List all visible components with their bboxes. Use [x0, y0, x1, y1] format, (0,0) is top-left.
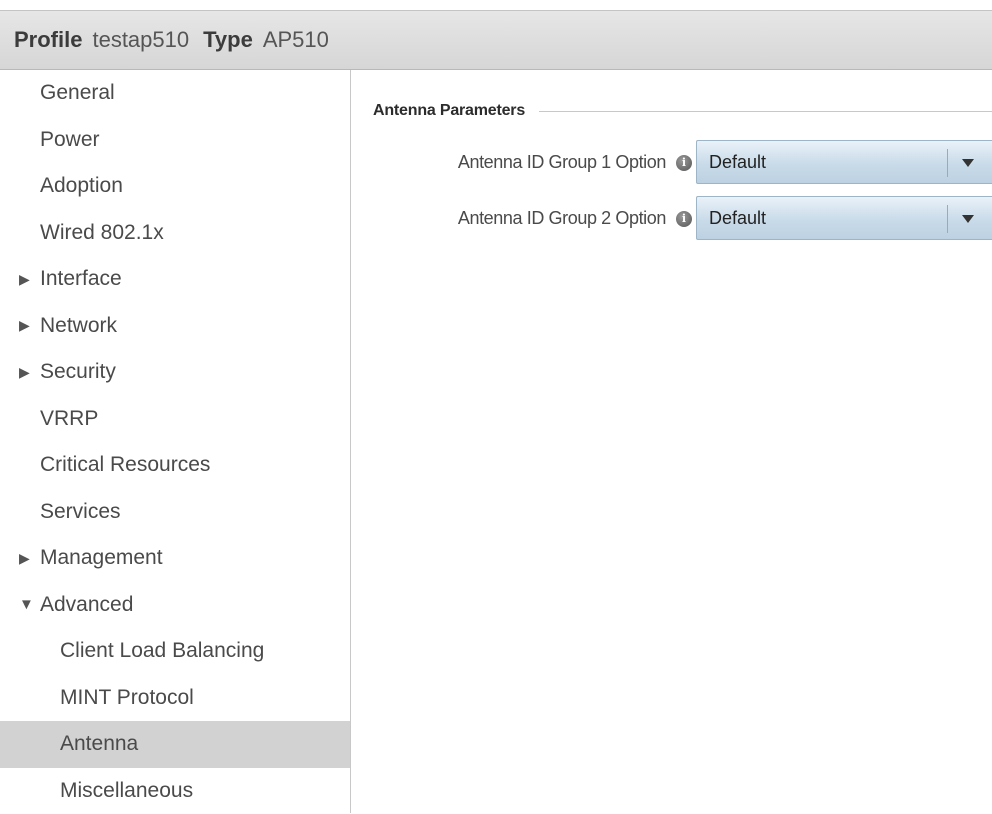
- sidebar-item-adoption[interactable]: Adoption: [0, 163, 350, 210]
- select-separator: [947, 149, 948, 177]
- profile-key: Profile: [14, 27, 82, 53]
- sidebar-item-vrrp[interactable]: VRRP: [0, 396, 350, 443]
- sidebar-item-advanced[interactable]: ▼ Advanced: [0, 582, 350, 629]
- sidebar-item-label: Power: [40, 128, 100, 152]
- info-icon[interactable]: i: [676, 211, 692, 227]
- section-header: Antenna Parameters: [373, 102, 992, 120]
- sidebar-item-critical-resources[interactable]: Critical Resources: [0, 442, 350, 489]
- sidebar-item-services[interactable]: Services: [0, 489, 350, 536]
- triangle-down-icon[interactable]: ▼: [19, 596, 40, 613]
- sidebar-item-network[interactable]: ▶ Network: [0, 303, 350, 350]
- sidebar-item-client-load-balancing[interactable]: Client Load Balancing: [0, 628, 350, 675]
- sidebar-item-interface[interactable]: ▶ Interface: [0, 256, 350, 303]
- info-icon[interactable]: i: [676, 155, 692, 171]
- sidebar-item-label: Security: [40, 360, 116, 384]
- antenna-group-2-label: Antenna ID Group 2 Option: [458, 208, 666, 229]
- sidebar-item-antenna[interactable]: Antenna: [0, 721, 350, 768]
- triangle-right-icon[interactable]: ▶: [19, 364, 40, 381]
- sidebar-item-label: Wired 802.1x: [40, 221, 164, 245]
- sidebar-item-label: Client Load Balancing: [60, 639, 264, 663]
- sidebar-item-label: Critical Resources: [40, 453, 210, 477]
- sidebar-item-label: Adoption: [40, 174, 123, 198]
- antenna-settings-panel: Antenna Parameters Antenna ID Group 1 Op…: [351, 70, 992, 813]
- sidebar-item-label: Network: [40, 314, 117, 338]
- antenna-group-2-value: Default: [709, 208, 766, 229]
- sidebar-nav: General Power Adoption Wired 802.1x ▶ In…: [0, 70, 351, 813]
- sidebar-item-general[interactable]: General: [0, 70, 350, 117]
- sidebar-item-label: Miscellaneous: [60, 779, 193, 803]
- sidebar-item-label: General: [40, 81, 115, 105]
- antenna-group-1-value: Default: [709, 152, 766, 173]
- triangle-right-icon[interactable]: ▶: [19, 550, 40, 567]
- triangle-right-icon[interactable]: ▶: [19, 317, 40, 334]
- antenna-group-1-row: Antenna ID Group 1 Option i Default: [351, 140, 992, 184]
- sidebar-item-miscellaneous[interactable]: Miscellaneous: [0, 768, 350, 814]
- sidebar-item-mint-protocol[interactable]: MINT Protocol: [0, 675, 350, 722]
- section-divider: [539, 111, 992, 112]
- sidebar-item-label: Antenna: [60, 732, 138, 756]
- select-separator: [947, 205, 948, 233]
- sidebar-item-security[interactable]: ▶ Security: [0, 349, 350, 396]
- sidebar-item-label: MINT Protocol: [60, 686, 194, 710]
- sidebar-item-label: Management: [40, 546, 163, 570]
- sidebar-item-label: VRRP: [40, 407, 98, 431]
- sidebar-item-management[interactable]: ▶ Management: [0, 535, 350, 582]
- sidebar-item-power[interactable]: Power: [0, 117, 350, 164]
- sidebar-item-wired-8021x[interactable]: Wired 802.1x: [0, 210, 350, 257]
- antenna-group-2-select[interactable]: Default: [696, 196, 992, 240]
- profile-value: testap510: [92, 27, 189, 53]
- chevron-down-icon[interactable]: [962, 215, 974, 223]
- top-spacer: [0, 0, 992, 10]
- sidebar-item-label: Services: [40, 500, 121, 524]
- sidebar-item-label: Advanced: [40, 593, 133, 617]
- section-title: Antenna Parameters: [373, 102, 525, 120]
- triangle-right-icon[interactable]: ▶: [19, 271, 40, 288]
- antenna-group-1-select[interactable]: Default: [696, 140, 992, 184]
- sidebar-item-label: Interface: [40, 267, 122, 291]
- type-value: AP510: [263, 27, 329, 53]
- profile-header: Profile testap510 Type AP510: [0, 10, 992, 70]
- antenna-group-1-label: Antenna ID Group 1 Option: [458, 152, 666, 173]
- antenna-group-2-row: Antenna ID Group 2 Option i Default: [351, 196, 992, 240]
- chevron-down-icon[interactable]: [962, 159, 974, 167]
- type-key: Type: [203, 27, 253, 53]
